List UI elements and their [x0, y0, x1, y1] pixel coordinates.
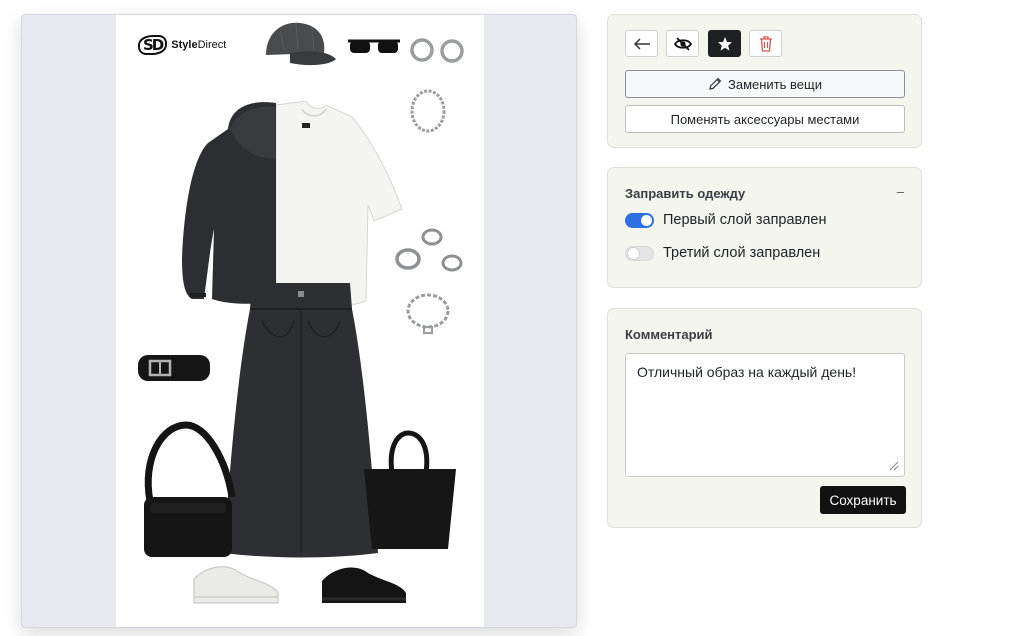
collapse-toggle[interactable]: – — [897, 184, 904, 199]
trash-icon — [759, 35, 772, 52]
comment-panel: Комментарий Отличный образ на каждый ден… — [607, 308, 922, 528]
pencil-icon — [709, 77, 722, 90]
eye-off-icon — [673, 36, 692, 51]
save-button[interactable]: Сохранить — [820, 486, 906, 514]
swap-accessories-label: Поменять аксессуары местами — [670, 111, 860, 127]
toggle-row-first-layer: Первый слой заправлен — [625, 212, 826, 228]
brand-logo-mark: SD — [138, 35, 168, 55]
crossbody-bag-icon[interactable] — [136, 419, 240, 559]
chain-necklace-icon[interactable] — [406, 87, 450, 137]
first-layer-switch[interactable] — [625, 212, 654, 228]
comment-textarea[interactable]: Отличный образ на каждый день! — [625, 353, 905, 477]
brand-logo-text: StyleDirect — [171, 39, 227, 51]
sunglasses-icon[interactable] — [346, 37, 402, 59]
arrow-left-icon — [633, 38, 650, 49]
white-sneaker-icon[interactable] — [188, 559, 282, 609]
favorite-button[interactable] — [708, 30, 741, 57]
rings-icon[interactable] — [392, 225, 466, 279]
black-sneaker-icon[interactable] — [316, 559, 410, 609]
chain-bracelet-icon[interactable] — [402, 289, 454, 339]
outfit-canvas: SD StyleDirect — [116, 15, 484, 627]
replace-items-button[interactable]: Заменить вещи — [625, 70, 905, 98]
cap-icon[interactable] — [260, 19, 340, 71]
belt-icon[interactable] — [136, 347, 212, 391]
actions-panel: Заменить вещи Поменять аксессуары местам… — [607, 14, 922, 148]
toggle-row-third-layer: Третий слой заправлен — [625, 245, 820, 261]
outfit-board: SD StyleDirect — [21, 14, 577, 628]
resize-grip-icon[interactable] — [889, 461, 899, 471]
replace-items-label: Заменить вещи — [728, 76, 822, 92]
tuck-panel: Заправить одежду – Первый слой заправлен… — [607, 167, 922, 288]
comment-title: Комментарий — [625, 327, 713, 342]
delete-button[interactable] — [749, 30, 782, 57]
swap-accessories-button[interactable]: Поменять аксессуары местами — [625, 105, 905, 133]
hoop-earrings-icon[interactable] — [408, 37, 468, 65]
back-button[interactable] — [625, 30, 658, 57]
third-layer-switch[interactable] — [625, 245, 654, 261]
first-layer-label: Первый слой заправлен — [663, 212, 827, 228]
brand-logo: SD StyleDirect — [138, 35, 226, 55]
star-icon — [717, 36, 732, 51]
tote-bag-icon[interactable] — [358, 429, 462, 553]
third-layer-label: Третий слой заправлен — [663, 245, 821, 261]
denim-skirt-icon[interactable] — [222, 281, 380, 559]
tuck-title: Заправить одежду — [625, 186, 746, 201]
hide-button[interactable] — [666, 30, 699, 57]
